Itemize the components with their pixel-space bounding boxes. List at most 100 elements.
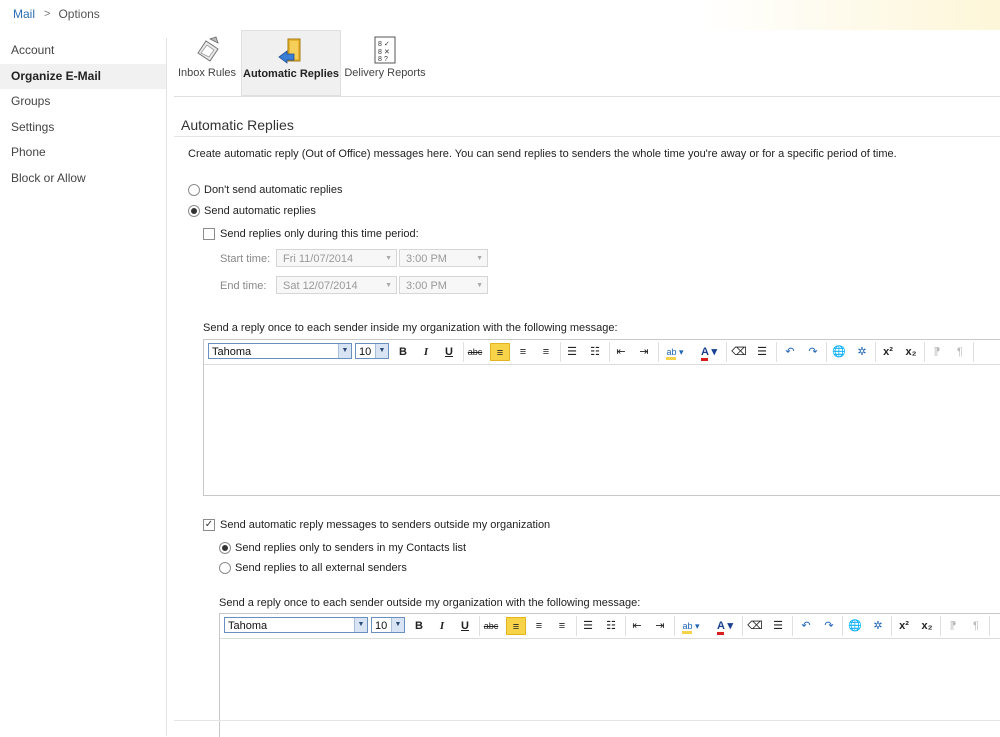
- send-option[interactable]: Send automatic replies: [188, 205, 316, 217]
- line-spacing-button[interactable]: ☰: [752, 343, 772, 361]
- section-divider: [174, 136, 1000, 137]
- font-family-select[interactable]: Tahoma ▼: [224, 617, 368, 633]
- send-radio[interactable]: [188, 205, 200, 217]
- end-time-field[interactable]: 3:00 PM ▼: [399, 276, 488, 294]
- undo-button[interactable]: ↶: [780, 343, 800, 361]
- font-color-button[interactable]: A ▾: [711, 617, 739, 635]
- ltr-button[interactable]: ⁋: [943, 617, 963, 635]
- toolbar-divider: [940, 616, 941, 636]
- outside-org-checkbox[interactable]: ✓: [203, 519, 215, 531]
- time-period-checkbox[interactable]: [203, 228, 215, 240]
- superscript-button[interactable]: x²: [878, 343, 898, 361]
- italic-button[interactable]: I: [432, 617, 452, 635]
- end-time-dropdown-icon: ▼: [476, 282, 483, 289]
- all-external-option[interactable]: Send replies to all external senders: [219, 562, 407, 574]
- time-period-label: Send replies only during this time perio…: [220, 228, 419, 240]
- inbox-rules-button[interactable]: Inbox Rules: [174, 30, 240, 94]
- decrease-indent-button[interactable]: ⇤: [627, 617, 647, 635]
- align-left-button[interactable]: ≡: [506, 617, 526, 635]
- svg-text:?: ?: [384, 56, 388, 63]
- increase-indent-button[interactable]: ⇥: [650, 617, 670, 635]
- all-external-radio[interactable]: [219, 562, 231, 574]
- subscript-button[interactable]: x₂: [901, 343, 921, 361]
- outside-message-editor: Tahoma ▼ 10 ▼ B I U abc ≡ ≡ ≡ ☰ ☷ ⇤ ⇥ ab ▾…: [219, 613, 1000, 737]
- redo-button[interactable]: ↷: [803, 343, 823, 361]
- sidebar-item-account[interactable]: Account: [0, 38, 166, 64]
- ltr-button[interactable]: ⁋: [927, 343, 947, 361]
- numbered-list-button[interactable]: ☷: [585, 343, 605, 361]
- breadcrumb: Mail > Options: [13, 7, 100, 21]
- contacts-only-label: Send replies only to senders in my Conta…: [235, 542, 467, 554]
- highlight-color-button[interactable]: ab ▾: [661, 343, 689, 361]
- remove-link-button[interactable]: ✲: [868, 617, 888, 635]
- clear-formatting-button[interactable]: ⌫: [729, 343, 749, 361]
- strikethrough-button[interactable]: abc: [481, 617, 501, 635]
- start-date-dropdown-icon: ▼: [385, 255, 392, 262]
- toolbar-divider: [658, 342, 659, 362]
- svg-text:8: 8: [378, 49, 382, 56]
- bold-button[interactable]: B: [393, 343, 413, 361]
- superscript-button[interactable]: x²: [894, 617, 914, 635]
- align-center-button[interactable]: ≡: [513, 343, 533, 361]
- sidebar-item-organize-email[interactable]: Organize E-Mail: [0, 63, 166, 89]
- increase-indent-button[interactable]: ⇥: [634, 343, 654, 361]
- inbox-rules-label: Inbox Rules: [177, 67, 237, 79]
- bullet-list-button[interactable]: ☰: [562, 343, 582, 361]
- underline-button[interactable]: U: [439, 343, 459, 361]
- sidebar-item-block-or-allow[interactable]: Block or Allow: [0, 166, 166, 192]
- font-size-select[interactable]: 10 ▼: [355, 343, 389, 359]
- undo-button[interactable]: ↶: [796, 617, 816, 635]
- start-time-field[interactable]: 3:00 PM ▼: [399, 249, 488, 267]
- rtl-button[interactable]: ¶: [950, 343, 970, 361]
- outside-org-option[interactable]: ✓ Send automatic reply messages to sende…: [203, 519, 550, 531]
- delivery-reports-button[interactable]: 8 ✓ 8 ✕ 8? Delivery Reports: [344, 30, 426, 94]
- toolbar-divider: [625, 616, 626, 636]
- insert-link-button[interactable]: 🌐: [845, 617, 865, 635]
- highlight-color-button[interactable]: ab ▾: [677, 617, 705, 635]
- time-period-option[interactable]: Send replies only during this time perio…: [203, 228, 419, 240]
- contacts-only-option[interactable]: Send replies only to senders in my Conta…: [219, 542, 466, 554]
- italic-button[interactable]: I: [416, 343, 436, 361]
- align-right-button[interactable]: ≡: [536, 343, 556, 361]
- align-center-button[interactable]: ≡: [529, 617, 549, 635]
- chevron-down-icon: ▼: [391, 618, 404, 632]
- decrease-indent-button[interactable]: ⇤: [611, 343, 631, 361]
- sidebar-item-settings[interactable]: Settings: [0, 115, 166, 141]
- subscript-button[interactable]: x₂: [917, 617, 937, 635]
- end-time-label: End time:: [220, 280, 267, 292]
- dont-send-label: Don't send automatic replies: [204, 184, 343, 196]
- inside-message-body[interactable]: [204, 365, 1000, 495]
- inside-message-label: Send a reply once to each sender inside …: [203, 322, 618, 334]
- outside-message-body[interactable]: [220, 639, 1000, 737]
- breadcrumb-separator: >: [44, 8, 51, 20]
- start-date-field[interactable]: Fri 11/07/2014 ▼: [276, 249, 397, 267]
- clear-formatting-button[interactable]: ⌫: [745, 617, 765, 635]
- breadcrumb-mail-link[interactable]: Mail: [13, 7, 35, 21]
- align-left-button[interactable]: ≡: [490, 343, 510, 361]
- insert-link-button[interactable]: 🌐: [829, 343, 849, 361]
- chevron-down-icon: ▼: [354, 618, 367, 632]
- end-date-field[interactable]: Sat 12/07/2014 ▼: [276, 276, 397, 294]
- bullet-list-button[interactable]: ☰: [578, 617, 598, 635]
- toolbar-divider: [989, 616, 990, 636]
- strikethrough-button[interactable]: abc: [465, 343, 485, 361]
- contacts-only-radio[interactable]: [219, 542, 231, 554]
- line-spacing-button[interactable]: ☰: [768, 617, 788, 635]
- toolbar-divider: [776, 342, 777, 362]
- numbered-list-button[interactable]: ☷: [601, 617, 621, 635]
- rtl-button[interactable]: ¶: [966, 617, 986, 635]
- dont-send-option[interactable]: Don't send automatic replies: [188, 184, 342, 196]
- sidebar-item-groups[interactable]: Groups: [0, 89, 166, 115]
- dont-send-radio[interactable]: [188, 184, 200, 196]
- sidebar-item-phone[interactable]: Phone: [0, 140, 166, 166]
- align-right-button[interactable]: ≡: [552, 617, 572, 635]
- svg-text:8: 8: [378, 56, 382, 63]
- redo-button[interactable]: ↷: [819, 617, 839, 635]
- underline-button[interactable]: U: [455, 617, 475, 635]
- bold-button[interactable]: B: [409, 617, 429, 635]
- remove-link-button[interactable]: ✲: [852, 343, 872, 361]
- font-color-button[interactable]: A ▾: [695, 343, 723, 361]
- font-size-select[interactable]: 10 ▼: [371, 617, 405, 633]
- font-family-select[interactable]: Tahoma ▼: [208, 343, 352, 359]
- automatic-replies-button[interactable]: Automatic Replies: [241, 30, 341, 96]
